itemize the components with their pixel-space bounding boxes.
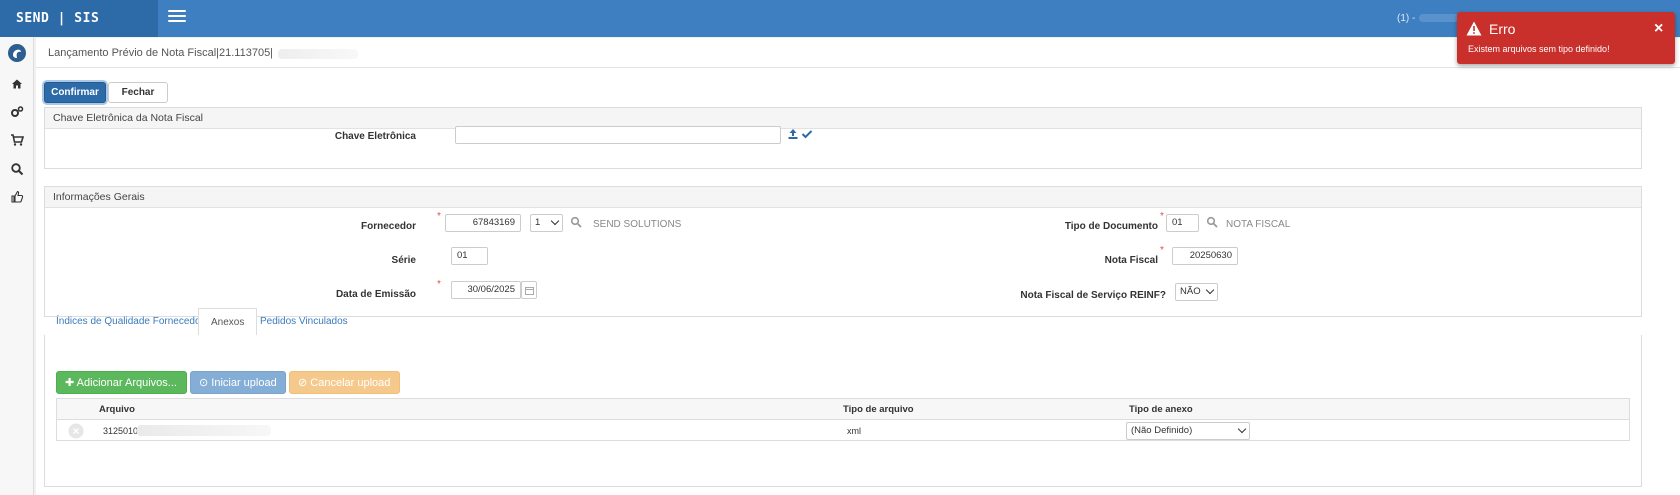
data-emissao-input[interactable]: 30/06/2025 [451,281,521,299]
fornecedor-branch-value: 1 [535,217,541,228]
reinf-value: NÃO [1180,286,1201,297]
fornecedor-search-icon[interactable] [570,216,582,228]
file-name-redacted [137,425,271,436]
sidebar [0,37,34,495]
serie-label: Série [391,255,416,266]
add-files-label: Adicionar Arquivos... [76,377,177,389]
page-title: Lançamento Prévio de Nota Fiscal|21.1137… [48,47,274,59]
tipo-documento-name: NOTA FISCAL [1226,219,1291,230]
tab-indices-qualidade[interactable]: Índices de Qualidade Fornecedor [44,308,216,336]
nota-fiscal-input[interactable]: 20250630 [1172,247,1238,265]
chave-label: Chave Eletrônica [334,131,416,142]
nota-fiscal-label: Nota Fiscal [1104,255,1158,266]
close-icon[interactable]: × [1654,20,1663,38]
reinf-label: Nota Fiscal de Serviço REINF? [1020,290,1166,301]
check-icon[interactable] [801,128,813,140]
required-marker: * [1160,245,1164,256]
calendar-button[interactable] [521,281,537,299]
toast-title: Erro [1489,21,1516,37]
anexos-table: Arquivo Tipo de arquivo Tipo de anexo 31… [56,398,1630,441]
brand-logo[interactable]: SEND | SIS [0,0,158,37]
table-header: Arquivo Tipo de arquivo Tipo de anexo [57,399,1629,420]
tipo-documento-search-icon[interactable] [1206,216,1218,228]
cart-icon[interactable] [10,133,24,147]
upload-icon[interactable] [787,128,799,140]
user-name-redacted [1419,14,1460,23]
chave-panel-header: Chave Eletrônica da Nota Fiscal [45,108,1641,129]
tipo-documento-label: Tipo de Documento [1064,221,1158,232]
main-content: Lançamento Prévio de Nota Fiscal|21.1137… [36,38,1680,495]
plus-icon: ✚ [65,377,77,389]
required-marker: * [437,211,441,222]
data-emissao-label: Data de Emissão [335,289,416,300]
info-panel-header: Informações Gerais [45,187,1641,208]
title-divider [36,67,1680,68]
confirm-button[interactable]: Confirmar [44,82,106,103]
top-bar: SEND | SIS (1) - [0,0,1680,37]
gears-icon[interactable] [10,105,24,119]
app-logo-icon[interactable] [7,43,27,63]
fornecedor-code-input[interactable]: 67843169 [445,214,521,232]
column-header-tipo-arquivo: Tipo de arquivo [843,404,914,415]
close-button[interactable]: Fechar [108,82,168,103]
reinf-select[interactable]: NÃO [1175,283,1218,301]
info-panel: Informações Gerais [44,186,1642,317]
ban-icon: ⊘ [298,377,311,389]
calendar-icon [525,287,534,295]
column-header-tipo-anexo: Tipo de anexo [1129,404,1193,415]
fornecedor-label: Fornecedor [360,221,416,232]
chevron-down-icon [1205,285,1215,295]
cancel-upload-button[interactable]: ⊘ Cancelar upload [289,371,400,394]
fornecedor-name: SEND SOLUTIONS [593,219,682,230]
warning-icon [1466,21,1482,36]
tipo-anexo-value: (Não Definido) [1131,425,1193,436]
chevron-down-icon [550,216,560,226]
column-header-arquivo: Arquivo [99,404,135,415]
fornecedor-branch-select[interactable]: 1 [530,214,563,232]
required-marker: * [437,279,441,290]
remove-file-icon[interactable] [68,423,84,439]
user-info[interactable]: (1) - [1397,13,1460,24]
home-icon[interactable] [10,77,24,91]
upload-circle-icon: ⊙ [199,377,212,389]
chave-panel: Chave Eletrônica da Nota Fiscal [44,107,1642,169]
tipo-documento-input[interactable]: 01 [1166,214,1199,232]
chevron-down-icon [1237,424,1247,434]
serie-input[interactable]: 01 [451,247,488,265]
tab-pedidos-vinculados[interactable]: Pedidos Vinculados [248,308,360,336]
file-name: 3125010: [103,426,141,436]
search-icon[interactable] [10,162,24,176]
start-upload-button[interactable]: ⊙ Iniciar upload [190,371,286,394]
menu-toggle-icon[interactable] [168,10,186,24]
error-toast: Erro × Existem arquivos sem tipo definid… [1457,12,1675,64]
user-prefix: (1) - [1397,13,1416,24]
start-upload-label: Iniciar upload [211,377,277,389]
toast-message: Existem arquivos sem tipo definido! [1468,44,1610,54]
tipo-anexo-select[interactable]: (Não Definido) [1126,422,1250,440]
thumbs-up-icon[interactable] [10,190,24,204]
add-files-button[interactable]: ✚ Adicionar Arquivos... [56,371,187,394]
file-type: xml [847,426,861,436]
required-marker: * [1160,211,1164,222]
title-redacted [278,49,358,59]
chave-input[interactable] [455,126,781,144]
cancel-upload-label: Cancelar upload [310,377,391,389]
